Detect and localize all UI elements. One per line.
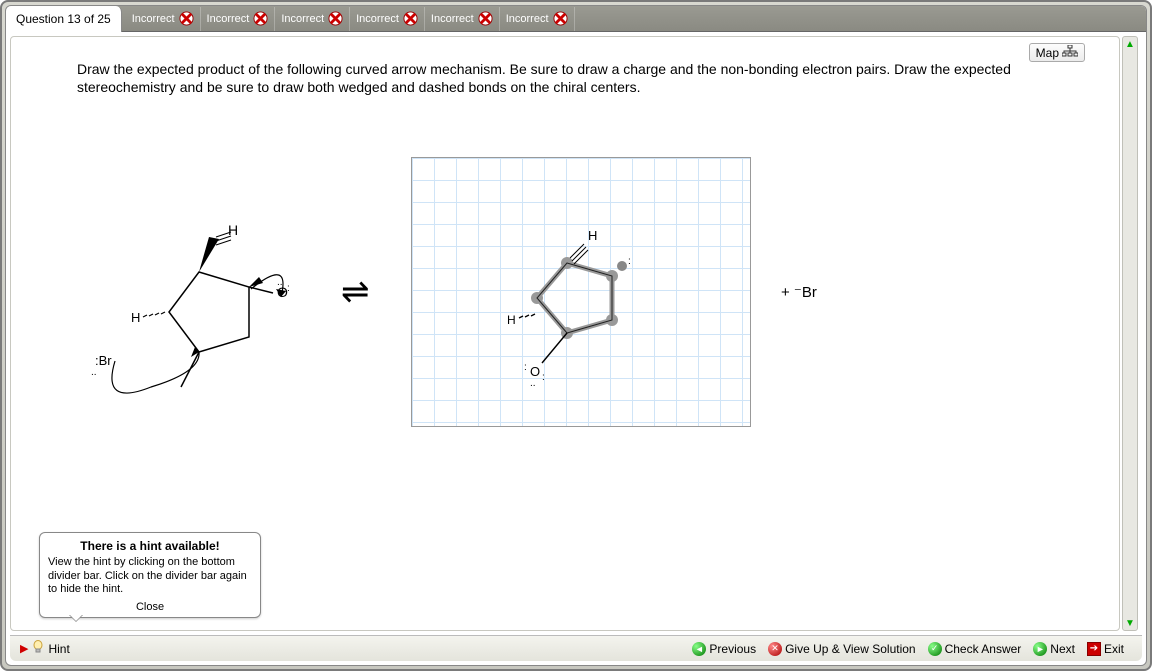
equilibrium-arrow-icon: ⇌ (341, 272, 370, 312)
vertical-scrollbar[interactable]: ▲ ▼ (1122, 36, 1138, 631)
hint-popup-title: There is a hint available! (48, 539, 252, 553)
hint-toggle[interactable]: ▶ Hint (10, 640, 80, 657)
tab-row: Question 13 of 25 Incorrect Incorrect In… (6, 6, 1146, 32)
next-label: Next (1050, 642, 1075, 656)
nav-buttons: ◄ Previous ✕ Give Up & View Solution ✓ C… (692, 642, 1142, 656)
check-icon: ✓ (928, 642, 942, 656)
hint-label: Hint (48, 642, 69, 656)
svg-text:H: H (507, 313, 516, 327)
previous-button[interactable]: ◄ Previous (692, 642, 756, 656)
hint-popup: There is a hint available! View the hint… (39, 532, 261, 618)
attempt-label: Incorrect (356, 13, 399, 25)
attempt-label: Incorrect (207, 13, 250, 25)
incorrect-x-icon (403, 11, 418, 26)
hint-popup-close[interactable]: Close (48, 601, 252, 613)
cancel-icon: ✕ (768, 642, 782, 656)
map-label: Map (1036, 46, 1059, 60)
attempt-label: Incorrect (132, 13, 175, 25)
next-button[interactable]: ► Next (1033, 642, 1075, 656)
svg-text:..: .. (91, 367, 97, 378)
map-button[interactable]: Map (1029, 43, 1085, 62)
incorrect-x-icon (253, 11, 268, 26)
previous-label: Previous (709, 642, 756, 656)
svg-text::: : (542, 372, 545, 383)
arrow-left-icon: ◄ (692, 642, 706, 656)
check-answer-button[interactable]: ✓ Check Answer (928, 642, 1022, 656)
drawing-canvas[interactable]: H : H O : : .. (411, 157, 751, 427)
inner-frame: Question 13 of 25 Incorrect Incorrect In… (5, 5, 1147, 666)
lightbulb-icon (32, 640, 44, 657)
incorrect-x-icon (478, 11, 493, 26)
svg-text::Br: :Br (95, 353, 112, 368)
svg-text:H: H (131, 310, 140, 325)
content-area: Map Draw the expected product of the fol… (10, 36, 1120, 631)
exit-label: Exit (1104, 642, 1124, 656)
reactant-structure: H O : .. H :Br .. (81, 187, 341, 447)
attempt-tab-2[interactable]: Incorrect (201, 7, 276, 31)
sitemap-icon (1062, 45, 1078, 60)
scroll-down-icon[interactable]: ▼ (1123, 616, 1137, 630)
question-prompt: Draw the expected product of the followi… (77, 61, 1049, 96)
hint-popup-body: View the hint by clicking on the bottom … (48, 556, 252, 597)
attempt-tab-5[interactable]: Incorrect (425, 7, 500, 31)
attempt-label: Incorrect (281, 13, 324, 25)
svg-text::: : (628, 256, 631, 267)
incorrect-x-icon (328, 11, 343, 26)
svg-text:O: O (530, 364, 540, 379)
attempt-label: Incorrect (431, 13, 474, 25)
question-tab-label: Question 13 of 25 (16, 12, 111, 26)
question-tab[interactable]: Question 13 of 25 (6, 6, 122, 32)
check-label: Check Answer (945, 642, 1022, 656)
bottom-bar: ▶ Hint ◄ Previous ✕ Give Up & View Solut… (10, 635, 1142, 661)
incorrect-x-icon (553, 11, 568, 26)
attempt-tab-3[interactable]: Incorrect (275, 7, 350, 31)
incorrect-x-icon (179, 11, 194, 26)
svg-text:H: H (228, 222, 238, 238)
expand-triangle-icon: ▶ (20, 642, 28, 655)
app-frame: Question 13 of 25 Incorrect Incorrect In… (0, 0, 1152, 671)
attempt-tab-1[interactable]: Incorrect (126, 7, 201, 31)
attempt-label: Incorrect (506, 13, 549, 25)
giveup-button[interactable]: ✕ Give Up & View Solution (768, 642, 916, 656)
giveup-label: Give Up & View Solution (785, 642, 916, 656)
svg-text:..: .. (530, 378, 536, 389)
svg-text:H: H (588, 228, 597, 243)
exit-button[interactable]: ➔ Exit (1087, 642, 1124, 656)
svg-text::: : (287, 283, 290, 294)
attempt-tab-6[interactable]: Incorrect (500, 7, 575, 31)
byproduct-text: + ⁻Br (781, 283, 817, 301)
arrow-right-icon: ► (1033, 642, 1047, 656)
attempt-tab-4[interactable]: Incorrect (350, 7, 425, 31)
exit-icon: ➔ (1087, 642, 1101, 656)
scroll-up-icon[interactable]: ▲ (1123, 37, 1137, 51)
svg-text::: : (524, 362, 527, 373)
